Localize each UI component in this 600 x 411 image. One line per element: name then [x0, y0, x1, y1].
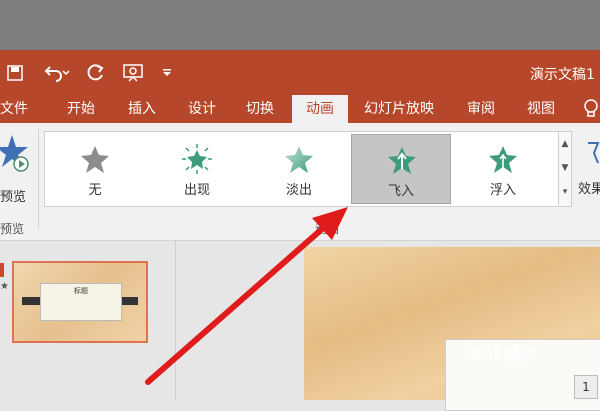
animation-float-in[interactable]: 浮入	[453, 134, 553, 204]
animation-fade[interactable]: 淡出	[249, 134, 349, 204]
ribbon-tabs: 文件 开始 插入 设计 切换 动画 幻灯片放映 审阅 视图	[0, 95, 600, 123]
thumbnail-title-card: 标题	[40, 283, 122, 321]
gallery-scroll-down-icon[interactable]: ▼	[559, 156, 571, 180]
star-burst-icon	[182, 144, 212, 174]
redo-icon[interactable]	[84, 60, 108, 86]
watermark: Bai 经验	[470, 344, 537, 363]
title-bar: 演示文稿1	[0, 50, 600, 95]
star-fly-in-icon	[388, 147, 416, 174]
tab-view[interactable]: 视图	[527, 95, 555, 123]
preview-star-icon	[0, 135, 29, 172]
tab-transitions[interactable]: 切换	[246, 95, 274, 123]
undo-icon[interactable]	[40, 60, 74, 86]
group-separator	[38, 129, 39, 229]
effect-options-label[interactable]: 效果	[578, 178, 600, 197]
thumbnail-marker	[0, 263, 4, 277]
tab-home[interactable]: 开始	[67, 95, 95, 123]
animation-fade-label: 淡出	[285, 183, 312, 198]
ribbon: 预览 预览 无 出现 淡出 飞入 浮入 ▲ ▼ ▾ 效果 动画	[0, 123, 600, 241]
slide-thumbnail-pane: ★ 标题	[0, 241, 176, 400]
thumbnail-title: 标题	[74, 287, 88, 295]
slide-canvas: 1	[176, 241, 600, 411]
slide-thumbnail[interactable]: 标题	[12, 261, 148, 343]
animation-group-label: 动画	[315, 222, 340, 236]
animation-gallery: 无 出现 淡出 飞入 浮入	[44, 131, 559, 207]
animation-none[interactable]: 无	[45, 134, 145, 204]
present-icon[interactable]	[120, 60, 146, 86]
tab-animations[interactable]: 动画	[292, 95, 348, 123]
tab-review[interactable]: 审阅	[467, 95, 495, 123]
preview-group-label: 预览	[0, 222, 25, 236]
slide-number: 1	[574, 375, 598, 399]
preview-button[interactable]: 预览	[0, 131, 32, 211]
animation-float-in-label: 浮入	[489, 183, 516, 198]
gallery-expand-icon[interactable]: ▾	[559, 180, 571, 204]
slide[interactable]: 1	[304, 247, 600, 411]
thumbnail-bar-left	[22, 297, 42, 305]
effect-options-icon[interactable]	[584, 141, 600, 169]
animation-fly-in[interactable]: 飞入	[351, 134, 451, 204]
desktop-background	[0, 0, 600, 50]
preview-label: 预览	[0, 190, 27, 205]
animation-none-label: 无	[88, 183, 102, 198]
animation-appear-label: 出现	[183, 183, 210, 198]
star-gray-icon	[81, 146, 109, 173]
tab-insert[interactable]: 插入	[128, 95, 156, 123]
customize-icon[interactable]	[158, 60, 176, 86]
animation-appear[interactable]: 出现	[147, 134, 247, 204]
star-fade-icon	[285, 146, 313, 173]
save-icon[interactable]	[4, 60, 26, 86]
lightbulb-icon[interactable]	[583, 95, 599, 123]
tab-file[interactable]: 文件	[0, 95, 34, 123]
tab-design[interactable]: 设计	[188, 95, 216, 123]
thumbnail-animation-icon: ★	[0, 281, 9, 292]
tab-slideshow[interactable]: 幻灯片放映	[364, 95, 434, 123]
gallery-scroll-up-icon[interactable]: ▲	[559, 132, 571, 156]
document-title: 演示文稿1	[530, 67, 595, 83]
animation-fly-in-label: 飞入	[387, 184, 414, 199]
star-float-in-icon	[489, 146, 517, 173]
gallery-scroller: ▲ ▼ ▾	[558, 131, 572, 207]
